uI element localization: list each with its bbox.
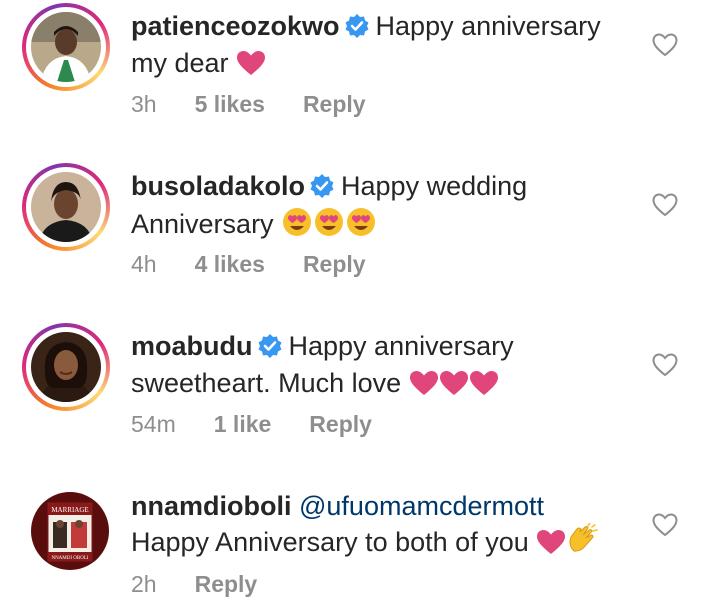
likes-count[interactable]: 5 likes (195, 91, 265, 117)
reply-button[interactable]: Reply (303, 91, 366, 117)
pink-heart-icon (536, 529, 566, 563)
pink-heart-icon (409, 370, 439, 404)
comment-username[interactable]: patienceozokwo (131, 11, 340, 41)
heart-eyes-icon (281, 207, 313, 245)
like-heart-icon[interactable] (652, 353, 678, 377)
heart-eyes-icon (313, 207, 345, 245)
comment-username[interactable]: busoladakolo (131, 171, 305, 201)
comment-time: 4h (131, 251, 157, 277)
like-heart-icon[interactable] (652, 513, 678, 537)
reply-button[interactable]: Reply (303, 251, 366, 277)
reply-button[interactable]: Reply (309, 411, 372, 437)
comment-meta: 3h 5 likes Reply (131, 91, 404, 118)
reply-button[interactable]: Reply (195, 571, 258, 597)
comment-meta: 4h 4 likes Reply (131, 251, 404, 278)
comment-text: Anniversary (131, 209, 274, 239)
comment-username[interactable]: nnamdioboli (131, 491, 291, 521)
comment-meta: 2h Reply (131, 571, 295, 598)
likes-count[interactable]: 4 likes (195, 251, 265, 277)
book-title-text: MARRIAGE (51, 506, 88, 514)
like-heart-icon[interactable] (652, 33, 678, 57)
verified-badge-icon (344, 13, 370, 47)
avatar-story-ring[interactable] (22, 3, 110, 91)
avatar-story-ring[interactable] (22, 323, 110, 411)
clapping-hands-icon (566, 522, 599, 563)
comment-meta: 54m 1 like Reply (131, 411, 410, 438)
avatar-story-ring[interactable] (22, 163, 110, 251)
avatar (31, 172, 101, 242)
pink-heart-icon (236, 50, 266, 84)
pink-heart-icon (469, 370, 499, 404)
comment-text: my dear (131, 48, 229, 78)
comment-username[interactable]: moabudu (131, 331, 253, 361)
likes-count[interactable]: 1 like (214, 411, 272, 437)
book-author-text: NNAMDI OBOLI (51, 556, 88, 561)
comment-text: Happy Anniversary to both of you (131, 527, 529, 557)
comment-text: sweetheart. Much love (131, 368, 402, 398)
comment-text: Happy anniversary (288, 331, 514, 361)
verified-badge-icon (257, 333, 283, 367)
pink-heart-icon (439, 370, 469, 404)
avatar (31, 12, 101, 82)
comment-text: Happy wedding (341, 171, 528, 201)
avatar (31, 332, 101, 402)
verified-badge-icon (309, 173, 335, 207)
like-heart-icon[interactable] (652, 193, 678, 217)
heart-eyes-icon (345, 207, 377, 245)
mention-link[interactable]: @ufuomamcdermott (299, 491, 544, 521)
comment-time: 3h (131, 91, 157, 117)
comment-time: 2h (131, 571, 157, 597)
comment-text: Happy anniversary (375, 11, 601, 41)
avatar[interactable]: MARRIAGE NNAMDI OBOLI (22, 483, 110, 571)
book-cover-avatar: MARRIAGE NNAMDI OBOLI (31, 492, 109, 570)
comment-time: 54m (131, 411, 176, 437)
